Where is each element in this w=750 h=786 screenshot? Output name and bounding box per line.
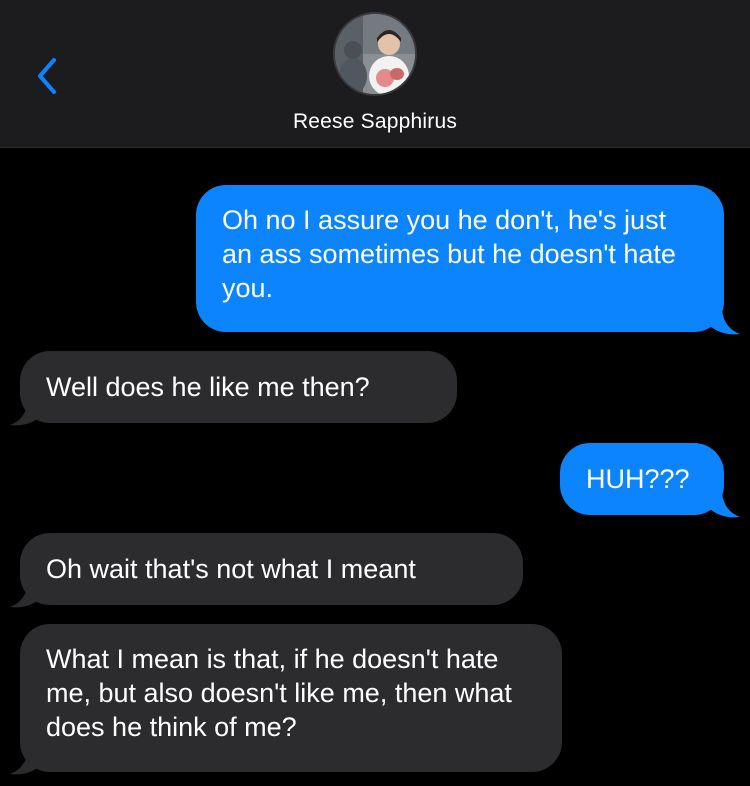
message-text: Oh no I assure you he don't, he's just a…: [222, 205, 676, 303]
message-text: What I mean is that, if he doesn't hate …: [46, 644, 512, 742]
message-text: Oh wait that's not what I meant: [46, 554, 416, 584]
message-bubble-received[interactable]: Well does he like me then?: [20, 351, 457, 423]
message-bubble-sent[interactable]: Oh no I assure you he don't, he's just a…: [196, 185, 724, 332]
bubble-tail: [10, 583, 42, 608]
avatar-photo: [335, 14, 415, 94]
message-bubble-sent[interactable]: HUH???: [560, 443, 724, 515]
message-text: Well does he like me then?: [46, 372, 370, 402]
bubble-tail: [708, 310, 740, 335]
contact-avatar[interactable]: [333, 12, 417, 96]
back-button[interactable]: [30, 54, 66, 98]
message-bubble-received[interactable]: Oh wait that's not what I meant: [20, 533, 523, 605]
bubble-tail: [10, 750, 42, 775]
chevron-left-icon: [38, 58, 56, 94]
message-bubble-received[interactable]: What I mean is that, if he doesn't hate …: [20, 624, 562, 772]
bubble-tail: [708, 493, 740, 518]
message-text: HUH???: [586, 464, 690, 494]
bubble-tail: [10, 401, 42, 426]
contact-name[interactable]: Reese Sapphirus: [0, 110, 750, 134]
conversation-header: Reese Sapphirus: [0, 0, 750, 148]
